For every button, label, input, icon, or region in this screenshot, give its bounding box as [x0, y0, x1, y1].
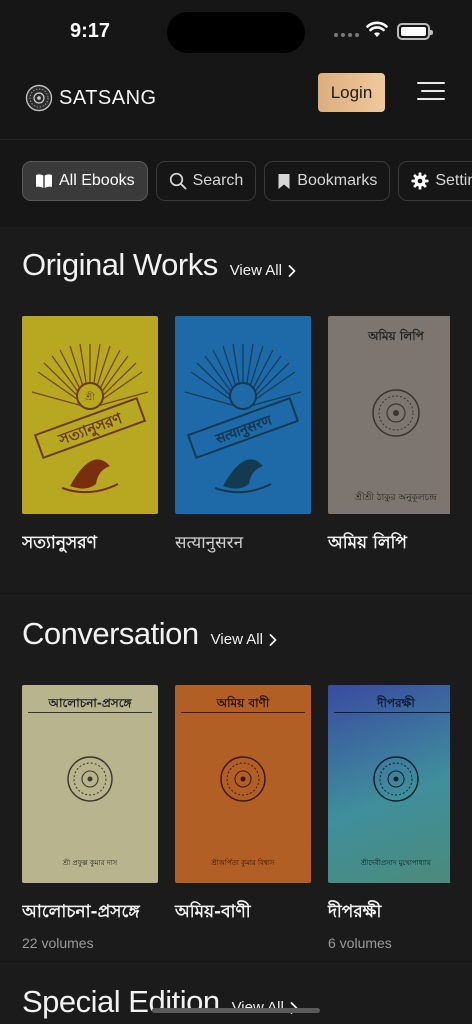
- chevron-right-icon: [288, 264, 296, 277]
- book-card[interactable]: सत्यानुसरण सत्यानुसरन: [175, 316, 311, 558]
- cover-title: অমিয় লিপি: [368, 329, 424, 343]
- book-title: দীপরক্ষী: [328, 902, 382, 922]
- volume-count: 6 volumes: [328, 935, 392, 951]
- emblem-icon: [220, 756, 266, 802]
- cellular-signal-icon: [334, 33, 359, 37]
- home-indicator[interactable]: [152, 1008, 320, 1013]
- section-conversation: Conversation View All আলোচনা-প্রসঙ্গে শ্…: [0, 593, 472, 961]
- brand[interactable]: SATSANG: [25, 84, 157, 112]
- sunburst-illustration: শ্রী সত্যানুসরণ: [31, 343, 149, 494]
- book-title: সত্যানুসরণ: [22, 533, 97, 553]
- book-cover: অমিয় লিপি শ্রীশ্রী ঠাকুর অনুকূলচন্দ্র: [328, 316, 450, 514]
- book-cover: দীপরক্ষী শ্রীদেবীপ্রসাদ মুখোপাধ্যায়: [328, 685, 450, 883]
- book-cover: শ্রী সত্যানুসরণ: [22, 316, 158, 514]
- sunburst-illustration: सत्यानुसरण: [184, 343, 302, 494]
- cover-author: শ্রীদেবীপ্রসাদ মুখোপাধ্যায়: [361, 859, 431, 867]
- book-cover: सत्यानुसरण: [175, 316, 311, 514]
- section-special-edition: Special Edition View All: [0, 961, 472, 1024]
- dynamic-island: [167, 12, 305, 53]
- cover-author: শ্রীশ্রী ঠাকুর অনুকূলচন্দ্র: [355, 493, 437, 503]
- search-icon: [169, 172, 187, 190]
- book-card[interactable]: আলোচনা-প্রসঙ্গে শ্রী প্রফুল্ল কুমার দাস …: [22, 685, 158, 951]
- book-card[interactable]: অমিয় বাণী শ্রীঅর্পিতা কুমার বিশ্বাস অমি…: [175, 685, 311, 951]
- view-all-link[interactable]: View All: [211, 631, 277, 648]
- chip-label: Search: [192, 172, 244, 189]
- login-button[interactable]: Login: [318, 73, 385, 112]
- book-cover: আলোচনা-প্রসঙ্গে শ্রী প্রফুল্ল কুমার দাস: [22, 685, 158, 883]
- book-card[interactable]: শ্রী সত্যানুসরণ সত্যানুসরণ: [22, 316, 158, 558]
- chip-label: All Ebooks: [59, 172, 135, 189]
- filter-bar: All Ebooks Search Bookmarks Settin: [0, 141, 472, 227]
- section-title: Special Edition: [22, 984, 220, 1019]
- book-cover: অমিয় বাণী শ্রীঅর্পিতা কুমার বিশ্বাস: [175, 685, 311, 883]
- cover-author: শ্রী প্রফুল্ল কুমার দাস: [62, 859, 118, 867]
- status-bar: 9:17: [0, 0, 472, 62]
- chip-bookmarks[interactable]: Bookmarks: [264, 161, 391, 201]
- chip-settings[interactable]: Settings: [398, 161, 472, 201]
- book-title: অমিয় লিপি: [328, 533, 407, 553]
- battery-icon: [397, 23, 433, 40]
- emblem-icon: [67, 756, 113, 802]
- chip-label: Settings: [435, 172, 472, 189]
- chip-label: Bookmarks: [297, 172, 378, 189]
- hamburger-menu-icon[interactable]: [417, 82, 445, 106]
- book-title: सत्यानुसरन: [175, 533, 243, 553]
- emblem-icon: [372, 389, 420, 437]
- view-all-link[interactable]: View All: [230, 262, 296, 279]
- chip-search[interactable]: Search: [155, 161, 257, 201]
- brand-name: SATSANG: [59, 86, 157, 109]
- chip-all-ebooks[interactable]: All Ebooks: [22, 161, 148, 201]
- wifi-icon: [366, 21, 388, 37]
- gear-icon: [411, 172, 429, 190]
- cover-author: শ্রীঅর্পিতা কুমার বিশ্বাস: [211, 859, 275, 867]
- status-time: 9:17: [70, 20, 111, 42]
- emblem-icon: [373, 756, 419, 802]
- book-title: অমিয়-বাণী: [175, 902, 251, 922]
- app-header: SATSANG Login: [0, 62, 472, 140]
- book-title: আলোচনা-প্রসঙ্গে: [22, 902, 140, 922]
- book-open-icon: [36, 174, 52, 188]
- section-title: Conversation: [22, 616, 199, 651]
- satsang-logo-icon: [25, 84, 53, 112]
- book-card[interactable]: দীপরক্ষী শ্রীদেবীপ্রসাদ মুখোপাধ্যায় দীপ…: [328, 685, 450, 951]
- bookmark-icon: [278, 173, 290, 189]
- volume-count: 22 volumes: [22, 935, 94, 951]
- chevron-right-icon: [269, 633, 277, 646]
- section-original-works: Original Works View All শ্রী সত্যানুসরণ …: [0, 227, 472, 593]
- svg-text:শ্রী: শ্রী: [84, 391, 95, 403]
- book-card[interactable]: অমিয় লিপি শ্রীশ্রী ঠাকুর অনুকূলচন্দ্র অ…: [328, 316, 450, 558]
- section-title: Original Works: [22, 247, 218, 282]
